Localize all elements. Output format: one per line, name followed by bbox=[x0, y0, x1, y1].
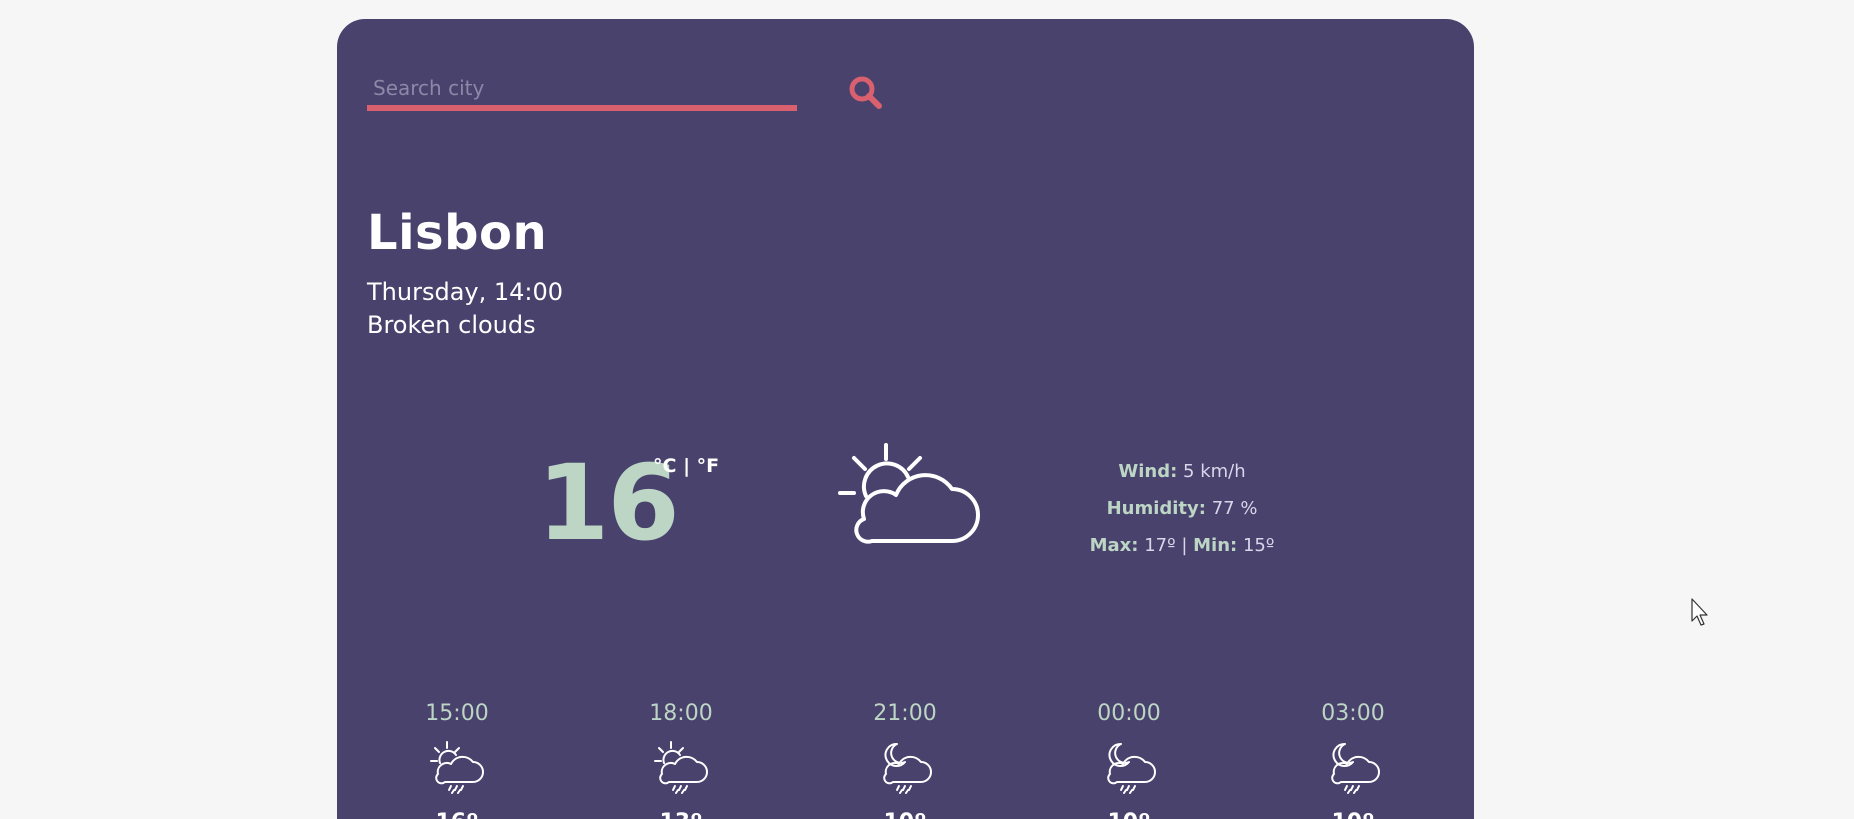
date-time: Thursday, 14:00 bbox=[367, 278, 564, 306]
celsius-link[interactable]: °C bbox=[653, 455, 676, 477]
forecast-time: 15:00 bbox=[425, 701, 489, 726]
forecast-item: 18:00 13º bbox=[611, 701, 751, 819]
wind-label: Wind: bbox=[1118, 461, 1178, 482]
forecast-temperature: 16º bbox=[387, 810, 527, 819]
min-value: 15º bbox=[1242, 535, 1275, 556]
forecast-time: 00:00 bbox=[1097, 701, 1161, 726]
wind-value: 5 km/h bbox=[1183, 461, 1246, 482]
weather-details: Wind: 5 km/h Humidity: 77 % Max: 17º | M… bbox=[1027, 461, 1337, 572]
forecast-item: 21:00 10º bbox=[835, 701, 975, 819]
humidity-row: Humidity: 77 % bbox=[1027, 498, 1337, 535]
max-min-row: Max: 17º | Min: 15º bbox=[1089, 535, 1275, 556]
forecast-temperature: 10º bbox=[1283, 810, 1423, 819]
wind-row: Wind: 5 km/h bbox=[1027, 461, 1337, 498]
mouse-cursor-icon bbox=[1691, 598, 1708, 626]
rain-night-icon bbox=[883, 742, 932, 794]
search-button[interactable] bbox=[844, 71, 888, 115]
forecast-temperature: 10º bbox=[835, 810, 975, 819]
forecast-item: 00:00 10º bbox=[1059, 701, 1199, 819]
rain-day-icon bbox=[430, 741, 484, 794]
unit-separator: | bbox=[676, 455, 697, 477]
max-value: 17º bbox=[1144, 535, 1176, 556]
forecast-time: 21:00 bbox=[873, 701, 937, 726]
forecast-time: 03:00 bbox=[1321, 701, 1385, 726]
rain-night-icon bbox=[1107, 742, 1156, 794]
forecast-temperature: 13º bbox=[611, 810, 751, 819]
unit-toggle: °C | °F bbox=[653, 455, 719, 477]
forecast-item: 03:00 10º bbox=[1283, 701, 1423, 819]
search-input[interactable] bbox=[367, 71, 797, 111]
weather-card: Lisbon Thursday, 14:00 Broken clouds 16 … bbox=[337, 19, 1474, 819]
humidity-value: 77 % bbox=[1211, 498, 1258, 519]
humidity-label: Humidity: bbox=[1106, 498, 1206, 519]
weather-description: Broken clouds bbox=[367, 311, 536, 339]
max-label: Max: bbox=[1089, 535, 1139, 556]
forecast-temperature: 10º bbox=[1059, 810, 1199, 819]
rain-day-icon bbox=[654, 741, 708, 794]
forecast-time: 18:00 bbox=[649, 701, 713, 726]
city-name: Lisbon bbox=[367, 205, 548, 261]
partly-cloudy-day-icon bbox=[838, 443, 980, 544]
min-label: Min: bbox=[1193, 535, 1238, 556]
rain-night-icon bbox=[1331, 742, 1380, 794]
forecast-item: 15:00 16º bbox=[387, 701, 527, 819]
fahrenheit-link[interactable]: °F bbox=[697, 455, 719, 477]
search-icon bbox=[849, 76, 882, 109]
